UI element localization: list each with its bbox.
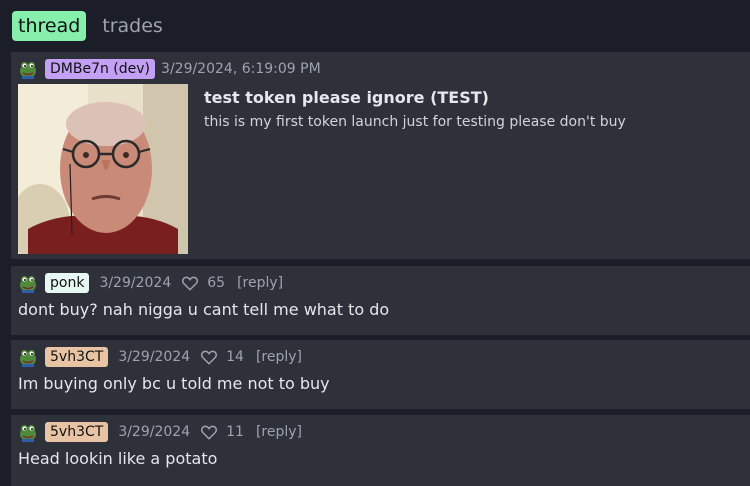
- reply-text: Head lookin like a potato: [18, 449, 218, 468]
- like-count: 65: [207, 275, 226, 291]
- reply-meta: 5vh3CT 3/29/2024 14 [reply]: [18, 346, 302, 368]
- reply-card: 5vh3CT 3/29/2024 11 [reply] Head lookin …: [11, 415, 750, 486]
- post-meta: DMBe7n (dev) 3/29/2024, 6:19:09 PM: [18, 58, 321, 80]
- reply-link[interactable]: [reply]: [256, 349, 302, 365]
- reply-link[interactable]: [reply]: [237, 275, 283, 291]
- heart-icon[interactable]: [181, 274, 199, 292]
- original-post: DMBe7n (dev) 3/29/2024, 6:19:09 PM test …: [11, 52, 750, 259]
- reply-meta: 5vh3CT 3/29/2024 11 [reply]: [18, 421, 302, 443]
- reply-card: 5vh3CT 3/29/2024 14 [reply] Im buying on…: [11, 340, 750, 409]
- username-badge[interactable]: DMBe7n (dev): [45, 59, 156, 79]
- tab-bar: thread trades: [12, 11, 179, 41]
- reply-date: 3/29/2024: [99, 275, 172, 291]
- reply-card: ponk 3/29/2024 65 [reply] dont buy? nah …: [11, 266, 750, 335]
- username-badge[interactable]: 5vh3CT: [45, 347, 109, 367]
- reply-link[interactable]: [reply]: [256, 424, 302, 440]
- pepe-frog-icon: [18, 273, 38, 293]
- heart-icon[interactable]: [200, 423, 218, 441]
- pepe-frog-icon: [18, 347, 38, 367]
- reply-date: 3/29/2024: [118, 424, 191, 440]
- post-description: this is my first token launch just for t…: [204, 114, 626, 130]
- post-timestamp: 3/29/2024, 6:19:09 PM: [161, 61, 321, 77]
- heart-icon[interactable]: [200, 348, 218, 366]
- token-image[interactable]: [18, 84, 188, 254]
- username-badge[interactable]: 5vh3CT: [45, 422, 109, 442]
- username-badge[interactable]: ponk: [45, 273, 90, 293]
- post-title: test token please ignore (TEST): [204, 88, 489, 107]
- reply-text: dont buy? nah nigga u cant tell me what …: [18, 300, 390, 319]
- pepe-frog-icon: [18, 59, 38, 79]
- like-count: 11: [226, 424, 244, 440]
- tab-thread[interactable]: thread: [12, 11, 87, 41]
- reply-meta: ponk 3/29/2024 65 [reply]: [18, 272, 283, 294]
- pepe-frog-icon: [18, 422, 38, 442]
- tab-trades[interactable]: trades: [96, 11, 169, 41]
- reply-text: Im buying only bc u told me not to buy: [18, 374, 330, 393]
- reply-date: 3/29/2024: [118, 349, 191, 365]
- like-count: 14: [226, 349, 244, 365]
